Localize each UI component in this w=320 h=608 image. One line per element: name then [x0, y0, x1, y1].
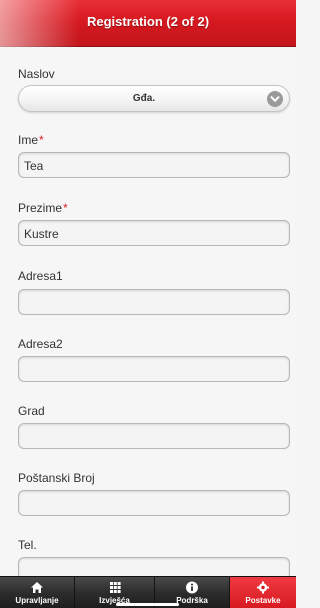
tab-postavke[interactable]: Postavke: [230, 577, 296, 608]
adresa2-input[interactable]: [18, 356, 290, 382]
tel-label: Tel.: [18, 538, 37, 552]
chevron-down-icon: [267, 91, 283, 107]
gear-icon: [256, 581, 270, 594]
home-indicator: [116, 603, 179, 606]
tab-upravljanje-label: Upravljanje: [15, 596, 59, 605]
page-title: Registration (2 of 2): [86, 14, 210, 29]
registration-screen: Registration (2 of 2) Naslov Gđa. Ime* T…: [0, 0, 296, 608]
required-mark: *: [63, 201, 68, 215]
postanski-broj-input[interactable]: [18, 490, 290, 516]
adresa1-label: Adresa1: [18, 269, 63, 283]
adresa2-label: Adresa2: [18, 337, 63, 351]
grad-input[interactable]: [18, 423, 290, 449]
prezime-label-text: Prezime: [18, 201, 63, 215]
header-bar: Registration (2 of 2): [0, 0, 296, 47]
required-mark: *: [39, 133, 44, 147]
adresa1-input[interactable]: [18, 289, 290, 315]
naslov-label: Naslov: [18, 67, 55, 81]
grad-label: Grad: [18, 404, 45, 418]
ime-label-text: Ime: [18, 133, 39, 147]
tab-upravljanje[interactable]: Upravljanje: [0, 577, 75, 608]
info-icon: [185, 581, 199, 594]
prezime-label: Prezime*: [18, 201, 68, 215]
home-icon: [30, 581, 44, 594]
tab-postavke-label: Postavke: [245, 596, 281, 605]
naslov-selected-value: Gđa.: [132, 93, 156, 104]
postanski-broj-label: Poštanski Broj: [18, 471, 95, 485]
prezime-input[interactable]: Kustre: [18, 220, 290, 246]
grid-icon: [108, 581, 122, 594]
ime-label: Ime*: [18, 133, 44, 147]
naslov-select[interactable]: Gđa.: [18, 85, 290, 112]
ime-input[interactable]: Tea: [18, 152, 290, 178]
